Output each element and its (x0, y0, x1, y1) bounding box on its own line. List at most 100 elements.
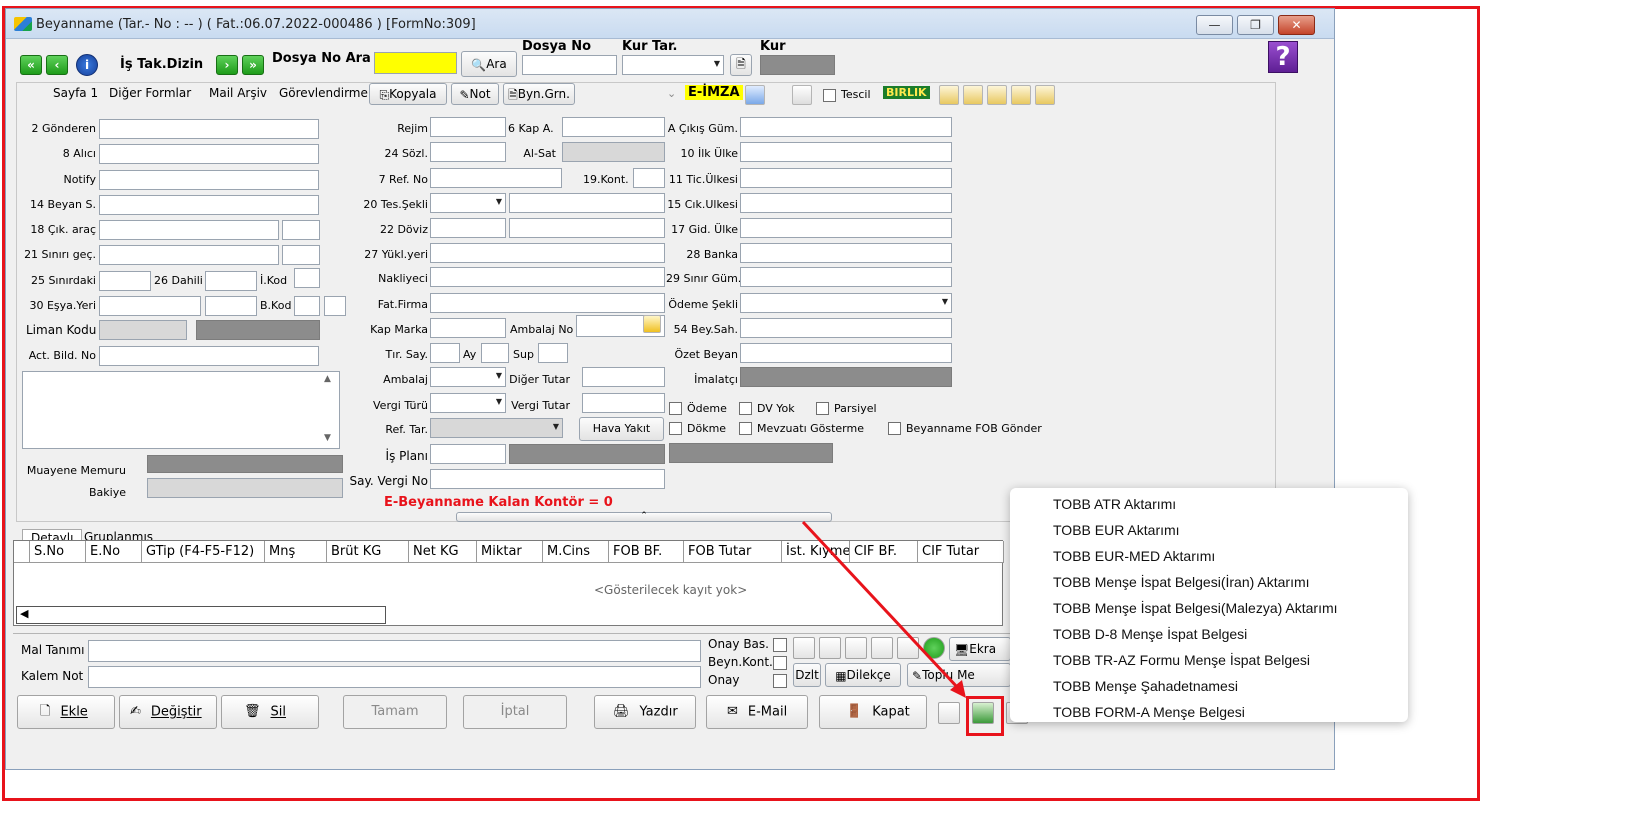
notify-input[interactable] (99, 170, 319, 190)
menu-item-tobb-atr[interactable]: TOBB ATR Aktarımı (1053, 496, 1176, 518)
kapat-button[interactable]: 🚪 Kapat (819, 695, 927, 729)
ara-button[interactable]: 🔍Ara (461, 51, 517, 77)
degistir-button[interactable]: ✍ Değiştir (119, 695, 217, 729)
folder-icon[interactable] (939, 85, 959, 105)
bey-sah-input[interactable] (740, 318, 952, 338)
esya-yeri-input[interactable] (99, 296, 201, 316)
beyn-kont-checkbox[interactable] (773, 656, 787, 670)
cik-arac-extra-input[interactable] (282, 220, 320, 240)
dahili-input[interactable] (205, 271, 257, 291)
b-kod-extra-input[interactable] (324, 296, 346, 316)
grid-header-e-no[interactable]: E.No (86, 541, 142, 563)
menu-item-tobb-tr-az[interactable]: TOBB TR-AZ Formu Menşe İspat Belgesi (1053, 652, 1310, 674)
esya-yeri-extra-input[interactable] (205, 296, 257, 316)
fat-firma-input[interactable] (430, 293, 665, 313)
menu-item-tobb-d8[interactable]: TOBB D-8 Menşe İspat Belgesi (1053, 626, 1247, 648)
first-record-button[interactable]: « (20, 55, 42, 75)
menu-item-tobb-form-a[interactable]: TOBB FORM-A Menşe Belgesi (1053, 704, 1245, 726)
grid-header-ist-kiymet[interactable]: İst. Kıymet (782, 541, 850, 563)
network-icon[interactable] (845, 637, 867, 659)
tab-diger-formlar[interactable]: Diğer Formlar (109, 86, 191, 100)
doviz-input[interactable] (430, 218, 506, 238)
email-button[interactable]: ✉ E-Mail (706, 695, 808, 729)
signature-icon[interactable] (745, 85, 765, 105)
ekran-button[interactable]: 🖥Ekra (949, 637, 1011, 661)
kont-input[interactable] (633, 168, 665, 188)
certificate-export-icon[interactable] (972, 702, 994, 724)
birlik-logo[interactable]: BIRLIK (883, 86, 930, 99)
tes-sekli-select[interactable] (430, 193, 506, 213)
not-button[interactable]: ✎Not (451, 83, 499, 105)
info-icon[interactable]: i (76, 54, 98, 76)
cik-arac-input[interactable] (99, 220, 279, 240)
dosya-no-ara-input[interactable] (374, 52, 457, 74)
folder-open-icon[interactable] (1035, 85, 1055, 105)
ay-input[interactable] (481, 343, 509, 363)
last-record-button[interactable]: » (242, 55, 264, 75)
users-icon[interactable] (793, 637, 815, 659)
folder-settings-icon[interactable] (1011, 85, 1031, 105)
grid-header-gtip[interactable]: GTip (F4-F5-F12) (142, 541, 265, 563)
vergi-turu-select[interactable] (430, 393, 506, 413)
beyan-s-input[interactable] (99, 195, 319, 215)
parsiyel-checkbox[interactable] (816, 402, 829, 415)
rejim-input[interactable] (430, 117, 506, 137)
diger-tutar-input[interactable] (582, 367, 665, 387)
ilk-ulke-input[interactable] (740, 142, 952, 162)
ambalaj-select[interactable] (430, 367, 506, 387)
dzlt-button[interactable]: Dzlt (793, 663, 821, 687)
list-icon[interactable] (819, 637, 841, 659)
maximize-button[interactable]: ❐ (1237, 15, 1274, 35)
liman-kodu-input[interactable] (99, 320, 187, 340)
mevzuati-gosterme-checkbox[interactable] (739, 422, 752, 435)
close-button[interactable]: ✕ (1278, 15, 1315, 35)
sinir-gum-input[interactable] (740, 267, 952, 287)
tab-gorevlendirme[interactable]: Görevlendirme (279, 86, 371, 100)
menu-item-tobb-mense-malezya[interactable]: TOBB Menşe İspat Belgesi(Malezya) Aktarı… (1053, 600, 1338, 622)
preview-icon[interactable] (792, 85, 812, 105)
toplu-mesaj-button[interactable]: ✎Toplu Me (907, 663, 1011, 687)
menu-item-tobb-mense-iran[interactable]: TOBB Menşe İspat Belgesi(İran) Aktarımı (1053, 574, 1310, 596)
i-kod-input[interactable] (294, 268, 320, 288)
keyboard-icon[interactable] (871, 637, 893, 659)
scroll-down-icon[interactable]: ▼ (324, 433, 331, 443)
dv-yok-checkbox[interactable] (739, 402, 752, 415)
banka-input[interactable] (740, 243, 952, 263)
ozet-beyan-input[interactable] (740, 343, 952, 363)
menu-item-tobb-eur-med[interactable]: TOBB EUR-MED Aktarımı (1053, 548, 1215, 570)
help-icon[interactable]: ? (1268, 41, 1298, 73)
kap-marka-input[interactable] (430, 318, 506, 338)
dilekce-button[interactable]: ▦Dilekçe (825, 663, 901, 687)
odeme-checkbox[interactable] (669, 402, 682, 415)
grid-header-fob-tutar[interactable]: FOB Tutar (684, 541, 782, 563)
sil-button[interactable]: 🗑 Sil (221, 695, 319, 729)
e-imza-button[interactable]: E-İMZA (685, 85, 743, 100)
say-vergi-no-input[interactable] (430, 469, 665, 489)
iptal-button[interactable]: İptal (463, 695, 567, 729)
act-bild-no-input[interactable] (99, 346, 319, 366)
grid-header-cif-bf[interactable]: CIF BF. (850, 541, 918, 563)
nakliyeci-input[interactable] (430, 267, 665, 287)
gid-ulke-input[interactable] (740, 218, 952, 238)
vergi-tutar-input[interactable] (582, 393, 665, 413)
kur-tar-select[interactable] (622, 55, 724, 75)
dokme-checkbox[interactable] (669, 422, 682, 435)
next-record-button[interactable]: › (216, 55, 238, 75)
menu-item-tobb-mense-sahadetnamesi[interactable]: TOBB Menşe Şahadetnamesi (1053, 678, 1238, 700)
hava-yakit-button[interactable]: Hava Yakıt (579, 417, 664, 441)
excel-icon[interactable] (897, 637, 919, 659)
gonderen-input[interactable] (99, 119, 319, 139)
tes-sekli-input[interactable] (509, 193, 665, 213)
onay-bas-checkbox[interactable] (773, 638, 787, 652)
splitter-handle[interactable]: ⌃ (456, 512, 832, 522)
grid-header-brut-kg[interactable]: Brüt KG (327, 541, 409, 563)
alici-input[interactable] (99, 144, 319, 164)
grid-header-fob-bf[interactable]: FOB BF. (609, 541, 684, 563)
chevron-down-icon[interactable]: ⌄ (667, 87, 676, 100)
is-plani-input[interactable] (430, 444, 506, 464)
minimize-button[interactable]: — (1196, 15, 1233, 35)
a-cikis-gum-input[interactable] (740, 117, 952, 137)
b-kod-input[interactable] (294, 296, 320, 316)
folder-up-icon[interactable] (963, 85, 983, 105)
yukl-yeri-input[interactable] (430, 243, 665, 263)
